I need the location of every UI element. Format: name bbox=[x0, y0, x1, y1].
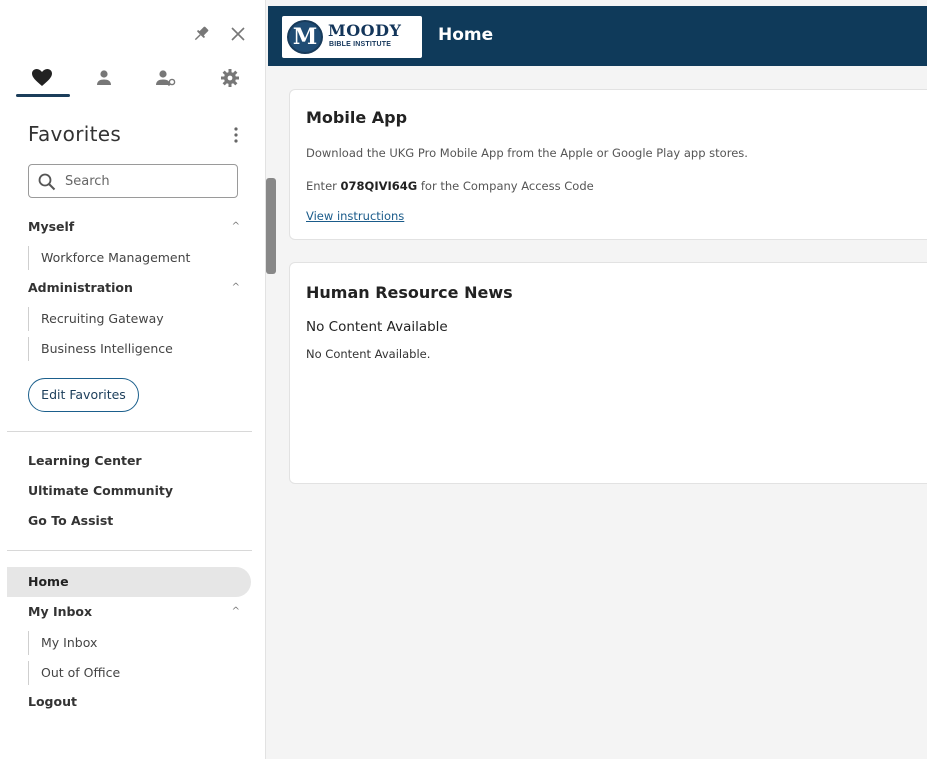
access-code-line: Enter 078QIVI64G for the Company Access … bbox=[306, 179, 594, 193]
group-administration[interactable]: Administration ^ bbox=[28, 280, 244, 300]
logo-mark: M bbox=[287, 20, 323, 54]
more-options-icon[interactable] bbox=[229, 124, 243, 146]
nav-home-label: Home bbox=[28, 574, 69, 589]
nav-logout[interactable]: Logout bbox=[28, 694, 248, 714]
nav-out-of-office[interactable]: Out of Office bbox=[28, 661, 248, 685]
tab-people-search[interactable] bbox=[138, 60, 194, 96]
nav-my-inbox[interactable]: My Inbox bbox=[28, 631, 248, 655]
edit-favorites-button[interactable]: Edit Favorites bbox=[28, 378, 139, 412]
person-icon bbox=[97, 70, 111, 85]
tab-myself[interactable] bbox=[76, 60, 132, 96]
access-code: 078QIVI64G bbox=[340, 179, 418, 193]
favorite-item-recruiting-gateway[interactable]: Recruiting Gateway bbox=[28, 307, 248, 331]
nav-home[interactable]: Home bbox=[7, 567, 251, 597]
active-tab-indicator bbox=[16, 94, 70, 97]
chevron-up-icon: ^ bbox=[231, 606, 240, 617]
nav-my-inbox-group[interactable]: My Inbox ^ bbox=[28, 604, 244, 624]
chevron-up-icon: ^ bbox=[231, 282, 240, 293]
heart-icon bbox=[32, 69, 52, 86]
view-instructions-link[interactable]: View instructions bbox=[306, 209, 404, 223]
logo-text-main: MOODY bbox=[328, 21, 402, 40]
moody-logo[interactable]: M MOODY BIBLE INSTITUTE bbox=[282, 16, 422, 58]
search-box bbox=[28, 164, 238, 198]
logo-text-sub: BIBLE INSTITUTE bbox=[329, 41, 392, 48]
group-label: Myself bbox=[28, 219, 75, 234]
view-instructions-row: View instructions bbox=[306, 209, 404, 223]
hr-news-card: Human Resource News No Content Available… bbox=[289, 262, 927, 484]
app-root: Favorites Myself ^ Workforce Management … bbox=[0, 0, 927, 759]
tab-favorites[interactable] bbox=[14, 60, 70, 96]
mobile-app-description: Download the UKG Pro Mobile App from the… bbox=[306, 146, 748, 160]
group-label: Administration bbox=[28, 280, 133, 295]
divider bbox=[7, 550, 252, 551]
gear-icon bbox=[221, 69, 239, 87]
link-go-to-assist[interactable]: Go To Assist bbox=[28, 513, 248, 533]
divider bbox=[7, 431, 252, 432]
group-label: My Inbox bbox=[28, 604, 93, 619]
search-icon bbox=[38, 173, 56, 191]
person-search-icon bbox=[156, 70, 176, 87]
sidebar-tabs bbox=[14, 60, 254, 98]
mobile-app-card: Mobile App Download the UKG Pro Mobile A… bbox=[289, 89, 927, 240]
sidebar: Favorites Myself ^ Workforce Management … bbox=[0, 0, 266, 759]
access-code-prefix: Enter bbox=[306, 179, 337, 193]
card-title: Human Resource News bbox=[306, 283, 513, 302]
link-ultimate-community[interactable]: Ultimate Community bbox=[28, 483, 248, 503]
tab-settings[interactable] bbox=[202, 60, 258, 96]
pin-icon[interactable] bbox=[190, 23, 212, 45]
close-icon[interactable] bbox=[227, 23, 249, 45]
chevron-up-icon: ^ bbox=[231, 221, 240, 232]
empty-state-heading: No Content Available bbox=[306, 319, 448, 335]
favorites-title: Favorites bbox=[28, 122, 122, 146]
link-learning-center[interactable]: Learning Center bbox=[28, 453, 248, 473]
page-title: Home bbox=[438, 25, 494, 45]
sidebar-scrollbar[interactable] bbox=[266, 178, 276, 274]
top-header: M MOODY BIBLE INSTITUTE Home bbox=[268, 6, 927, 66]
group-myself[interactable]: Myself ^ bbox=[28, 219, 244, 239]
search-input[interactable] bbox=[63, 169, 231, 193]
favorite-item-business-intelligence[interactable]: Business Intelligence bbox=[28, 337, 248, 361]
access-code-suffix: for the Company Access Code bbox=[420, 179, 594, 193]
card-title: Mobile App bbox=[306, 108, 408, 127]
favorite-item-workforce-management[interactable]: Workforce Management bbox=[28, 246, 248, 270]
empty-state-text: No Content Available. bbox=[306, 347, 431, 361]
